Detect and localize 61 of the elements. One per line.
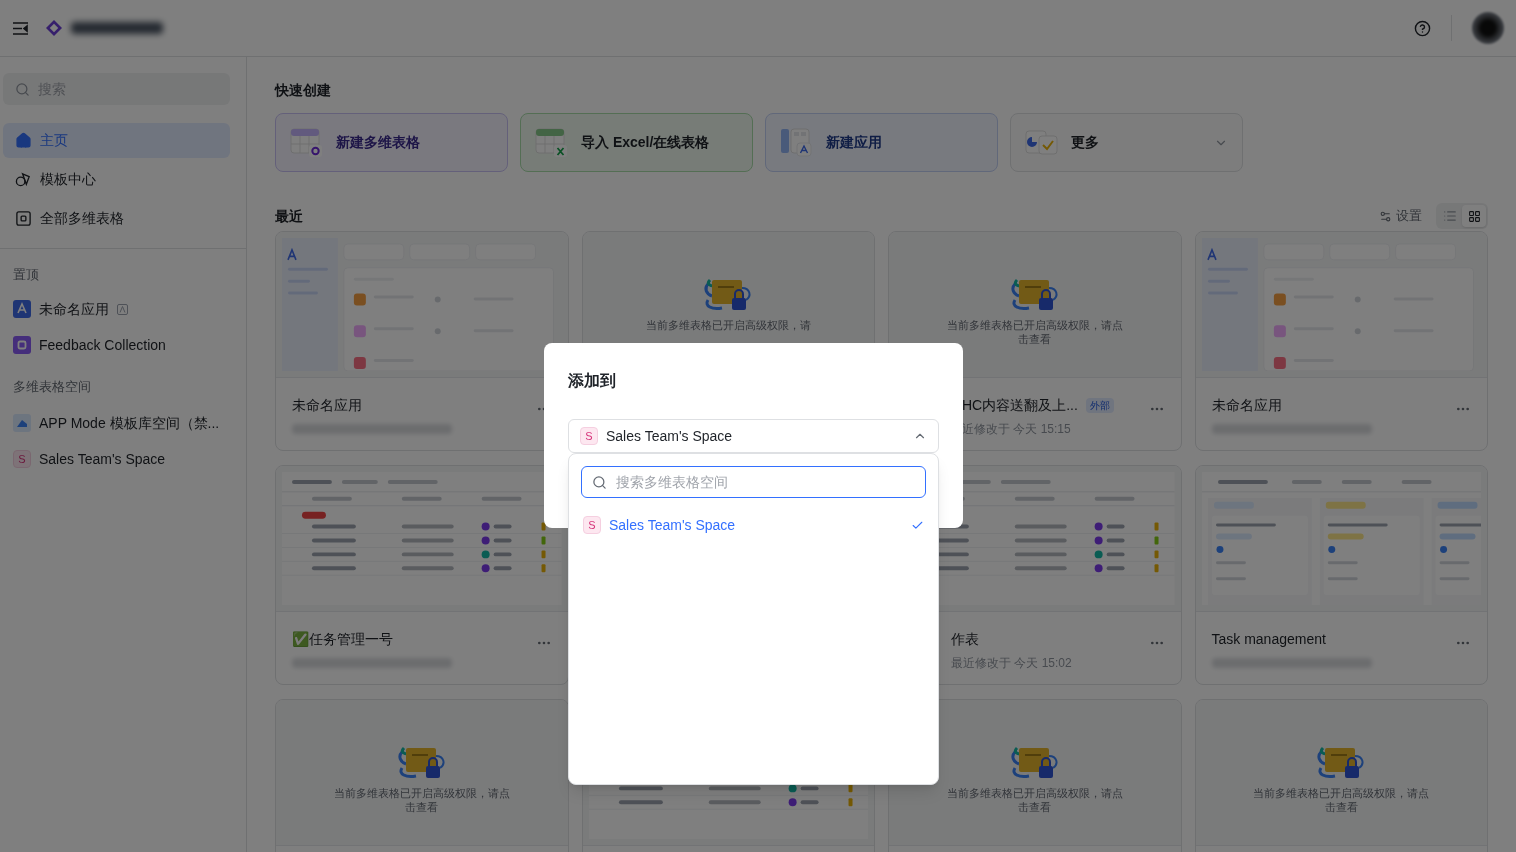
card-title: Task management <box>1211 630 1326 649</box>
card-title: 作表 <box>951 630 979 649</box>
permission-notice: 当前多维表格已开启高级权限，请点击查看 <box>945 318 1124 346</box>
card-title: 未命名应用 <box>292 396 362 415</box>
space-badge: S <box>13 450 31 468</box>
quick-create-button[interactable]: 更多 <box>1010 113 1243 172</box>
file-card[interactable]: 当前多维表格已开启高级权限，请点击查看 <box>1194 699 1488 852</box>
grid-view-button[interactable] <box>1462 205 1486 227</box>
search-icon <box>15 81 30 97</box>
section-title: 置顶 <box>13 266 40 284</box>
image-icon <box>13 414 31 432</box>
nav-item[interactable]: 主页 <box>3 123 230 158</box>
space-badge: S <box>580 427 598 445</box>
user-avatar[interactable] <box>1472 12 1504 44</box>
nav-item[interactable]: 模板中心 <box>3 162 230 197</box>
new-app-icon <box>780 127 814 158</box>
section-title: 最近 <box>275 206 304 226</box>
space-search-field[interactable]: 搜索多维表格空间 <box>581 466 926 498</box>
file-card[interactable]: 未命名应用 <box>1194 231 1488 451</box>
permission-notice: 当前多维表格已开启高级权限，请 <box>644 318 812 332</box>
file-card[interactable]: 当前多维表格已开启高级权限，请点击查看 <box>275 699 569 852</box>
help-icon[interactable] <box>1414 19 1431 37</box>
space-item[interactable]: APP Mode 模板库空间（禁... <box>13 405 233 441</box>
card-title: 未命名应用 <box>1211 396 1282 415</box>
space-item[interactable]: S Sales Team's Space <box>13 441 233 477</box>
section-title: 多维表格空间 <box>13 378 92 396</box>
quick-create-button[interactable]: 新建应用 <box>765 113 998 172</box>
card-title: HC内容送翻及上... <box>962 396 1078 415</box>
file-card[interactable]: ✅任务管理一号 <box>275 465 569 685</box>
card-title: ✅任务管理一号 <box>292 630 393 649</box>
quick-create-button[interactable]: 新建多维表格 <box>275 113 508 172</box>
excel-import-icon <box>535 127 569 158</box>
file-card[interactable]: Task management <box>1194 465 1488 685</box>
file-card[interactable]: 当前多维表格已开启高级权限，请点击查看 <box>888 699 1182 852</box>
section-title: 快速创建 <box>275 81 332 100</box>
grid-icon <box>1467 209 1481 223</box>
shapes-icon <box>15 171 32 188</box>
pinned-item[interactable]: 未命名应用 <box>13 291 233 327</box>
collapse-menu-icon[interactable] <box>12 20 29 36</box>
file-card[interactable]: 未命名应用 <box>275 231 569 451</box>
base-icon <box>13 336 31 354</box>
list-icon <box>1443 209 1457 223</box>
settings-icon <box>1379 209 1392 223</box>
templates-icon <box>1025 127 1059 158</box>
permission-notice: 当前多维表格已开启高级权限，请点击查看 <box>945 786 1124 814</box>
new-table-icon <box>290 127 324 158</box>
external-tag: 外部 <box>1085 398 1114 413</box>
pinned-item[interactable]: Feedback Collection <box>13 327 233 363</box>
home-icon <box>15 132 32 149</box>
permission-notice: 当前多维表格已开启高级权限，请点击查看 <box>332 786 511 814</box>
permission-notice: 当前多维表格已开启高级权限，请点击查看 <box>1252 786 1431 814</box>
space-select[interactable]: S Sales Team's Space <box>568 419 939 453</box>
app-icon <box>13 300 31 318</box>
app-type-icon <box>117 303 128 315</box>
space-badge: S <box>583 516 601 534</box>
search-icon <box>592 474 607 490</box>
logo-icon <box>45 19 63 37</box>
nav-item[interactable]: 全部多维表格 <box>3 201 230 236</box>
quick-create-button[interactable]: 导入 Excel/在线表格 <box>520 113 753 172</box>
table-icon <box>15 210 32 227</box>
settings-button[interactable]: 设置 <box>1379 206 1422 226</box>
